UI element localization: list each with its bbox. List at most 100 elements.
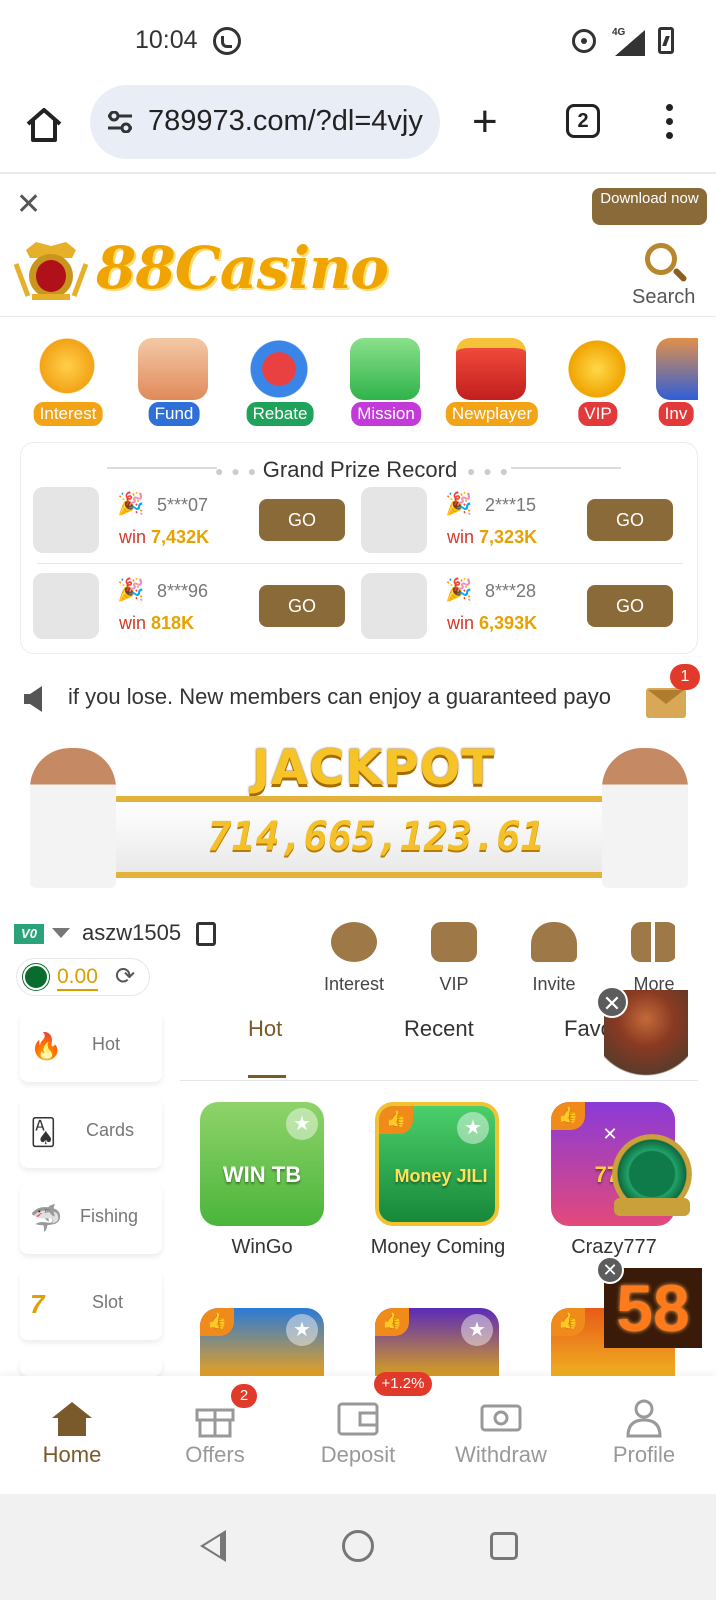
deposit-bonus-badge: +1.2% bbox=[374, 1372, 432, 1396]
recent-apps-icon[interactable] bbox=[490, 1532, 518, 1560]
nav-profile[interactable]: Profile bbox=[584, 1376, 704, 1494]
pakistan-flag-icon bbox=[23, 964, 49, 990]
football-player-left-image bbox=[30, 748, 116, 888]
site-settings-icon[interactable] bbox=[106, 111, 134, 133]
jackpot-frame: 714,665,123.61 bbox=[102, 796, 650, 878]
thumbs-up-icon: 👍 bbox=[375, 1308, 409, 1336]
category-newplayer[interactable]: Newplayer bbox=[442, 338, 542, 428]
category-rebate[interactable]: Rebate bbox=[230, 338, 330, 428]
side-menu-slot[interactable]: 7 Slot bbox=[20, 1270, 162, 1340]
category-invite[interactable]: Inv bbox=[654, 338, 698, 428]
refresh-icon[interactable]: ⟳ bbox=[115, 965, 135, 989]
user-icon bbox=[626, 1399, 662, 1438]
home-circle-icon[interactable] bbox=[342, 1530, 374, 1562]
quick-action-more[interactable]: More bbox=[614, 922, 694, 995]
go-button[interactable]: GO bbox=[259, 499, 345, 541]
quick-action-vip[interactable]: VIP bbox=[414, 922, 494, 995]
search-label[interactable]: Search bbox=[632, 286, 695, 309]
title-divider-right bbox=[511, 467, 621, 469]
lucky-wheel-base bbox=[614, 1198, 690, 1216]
mail-badge: 1 bbox=[670, 664, 700, 690]
favorite-star-icon[interactable]: ★ bbox=[286, 1314, 318, 1346]
tab-switcher-button[interactable]: 2 bbox=[566, 104, 600, 138]
fire-icon: 🔥 bbox=[30, 1031, 63, 1061]
header-divider bbox=[0, 316, 716, 317]
group-icon bbox=[531, 922, 577, 962]
home-icon bbox=[52, 1402, 92, 1436]
favorite-star-icon[interactable]: ★ bbox=[286, 1108, 318, 1140]
casino-crest-logo bbox=[14, 242, 88, 300]
whatsapp-icon bbox=[213, 27, 241, 55]
jackpot-banner: JACKPOT 714,665,123.61 bbox=[22, 740, 694, 888]
new-tab-icon[interactable]: + bbox=[472, 100, 498, 144]
copy-icon[interactable] bbox=[196, 922, 216, 946]
nav-deposit[interactable]: Deposit +1.2% bbox=[298, 1372, 432, 1494]
category-mission[interactable]: Mission bbox=[336, 338, 436, 428]
vip-shield-icon bbox=[431, 922, 477, 962]
mail-icon[interactable] bbox=[646, 688, 686, 718]
close-widget-icon[interactable]: ✕ bbox=[596, 1256, 624, 1284]
hotspot-icon bbox=[572, 29, 596, 53]
favorite-star-icon[interactable]: ★ bbox=[457, 1112, 489, 1144]
battery-icon bbox=[658, 27, 674, 54]
thumbs-up-icon: 👍 bbox=[551, 1308, 585, 1336]
grid-icon bbox=[631, 922, 677, 962]
go-button[interactable]: GO bbox=[259, 585, 345, 627]
prize-entry: 🎉 8***96 win 818K GO bbox=[21, 573, 351, 643]
status-bar: 10:04 4G bbox=[0, 0, 716, 80]
football-player-right-image bbox=[602, 748, 688, 888]
game-thumbnail bbox=[361, 573, 427, 639]
close-widget-icon[interactable]: ✕ bbox=[596, 1122, 624, 1150]
game-name: Money Coming bbox=[370, 1236, 506, 1258]
nav-withdraw[interactable]: Withdraw bbox=[441, 1376, 561, 1494]
close-banner-icon[interactable]: ✕ bbox=[16, 190, 41, 220]
balance-pill: 0.00 ⟳ bbox=[16, 958, 150, 996]
game-name: Crazy777 bbox=[571, 1236, 657, 1258]
url-text: 789973.com/?dl=4vjy bbox=[148, 105, 423, 137]
jackpot-amount: 714,665,123.61 bbox=[207, 814, 545, 860]
nav-offers[interactable]: Offers 2 bbox=[155, 1376, 275, 1494]
side-menu-fishing[interactable]: 🦈 Fishing bbox=[20, 1184, 162, 1254]
nav-home[interactable]: Home bbox=[12, 1376, 132, 1494]
vip-level-badge: V0 bbox=[14, 924, 44, 944]
home-icon[interactable] bbox=[24, 106, 64, 144]
go-button[interactable]: GO bbox=[587, 499, 673, 541]
checklist-icon bbox=[350, 338, 420, 400]
favorite-star-icon[interactable]: ★ bbox=[461, 1314, 493, 1346]
category-interest[interactable]: Interest bbox=[18, 338, 118, 428]
search-icon[interactable] bbox=[645, 243, 677, 275]
prize-entry: 🎉 2***15 win 7,323K GO bbox=[349, 487, 679, 557]
address-bar[interactable]: 789973.com/?dl=4vjy bbox=[90, 85, 440, 159]
close-widget-icon[interactable]: ✕ bbox=[596, 986, 628, 1018]
tab-hot[interactable]: Hot bbox=[248, 1016, 282, 1042]
side-menu-next[interactable] bbox=[20, 1356, 162, 1376]
back-icon[interactable] bbox=[200, 1530, 226, 1562]
casino-logo-text: 88Casino bbox=[96, 234, 389, 302]
category-fund[interactable]: Fund bbox=[124, 338, 224, 428]
balance-value: 0.00 bbox=[57, 965, 98, 991]
fund-house-icon bbox=[138, 338, 208, 400]
go-button[interactable]: GO bbox=[587, 585, 673, 627]
announcement-marquee: if you lose. New members can enjoy a gua… bbox=[68, 684, 611, 709]
speaker-icon bbox=[24, 686, 42, 712]
quick-action-invite[interactable]: Invite bbox=[514, 922, 594, 995]
game-tile[interactable]: 👍 ★ bbox=[200, 1308, 324, 1376]
tab-recent[interactable]: Recent bbox=[404, 1016, 474, 1042]
cash-icon bbox=[480, 1404, 522, 1432]
side-menu-cards[interactable]: 🂡 Cards bbox=[20, 1098, 162, 1168]
wallet-icon bbox=[337, 1402, 379, 1436]
vip-crown-icon bbox=[562, 338, 632, 400]
side-menu-hot[interactable]: 🔥 Hot bbox=[20, 1012, 162, 1082]
category-vip[interactable]: VIP bbox=[548, 338, 648, 428]
jackpot-title: JACKPOT bbox=[252, 740, 496, 796]
game-wingo[interactable]: ★ WIN TB bbox=[200, 1102, 324, 1226]
gift-box-icon bbox=[456, 338, 526, 400]
grand-prize-title: Grand Prize Record bbox=[262, 457, 458, 482]
caret-down-icon[interactable] bbox=[52, 928, 70, 938]
quick-action-interest[interactable]: Interest bbox=[314, 922, 394, 995]
game-money-coming[interactable]: 👍 ★ Money JILI bbox=[375, 1102, 499, 1226]
menu-icon[interactable] bbox=[666, 104, 674, 140]
game-tile[interactable]: 👍 ★ bbox=[375, 1308, 499, 1376]
cards-icon: 🂡 bbox=[30, 1117, 57, 1147]
download-button[interactable]: Download now bbox=[592, 188, 707, 225]
